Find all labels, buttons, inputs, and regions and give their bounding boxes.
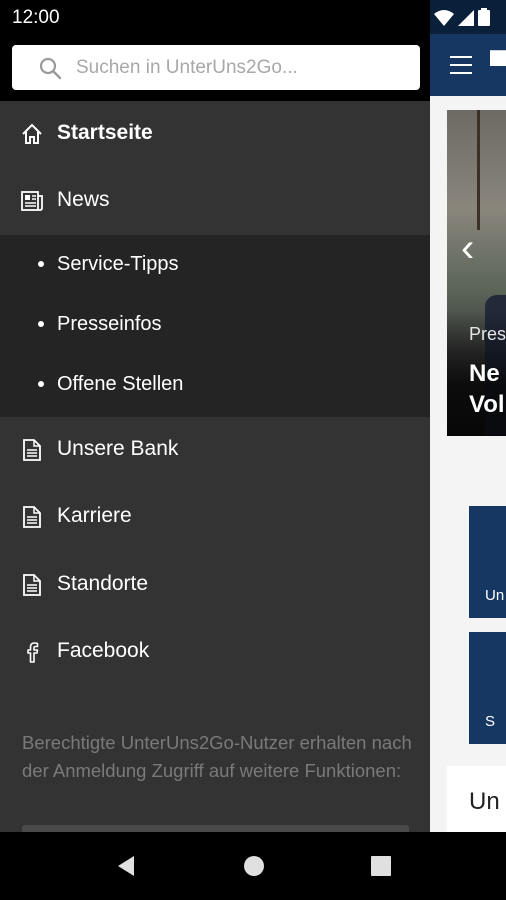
app-section-card: Un (447, 766, 506, 832)
sub-item-label: Presseinfos (57, 313, 162, 335)
facebook-icon (27, 642, 39, 663)
status-bar: 12:00 (0, 0, 506, 34)
bullet-icon (38, 381, 44, 387)
nav-item-label: Standorte (57, 572, 149, 595)
battery-icon (478, 8, 490, 26)
app-tile-2[interactable]: S (469, 632, 506, 744)
signal-icon (458, 10, 474, 26)
search-box[interactable] (12, 45, 420, 90)
nav-item-standorte[interactable]: Standorte (0, 552, 430, 618)
app-tile-1[interactable]: Un (469, 506, 506, 618)
login-button[interactable] (22, 825, 409, 832)
document-icon (23, 574, 41, 596)
chevron-left-icon[interactable]: ‹ (461, 228, 474, 268)
nav-item-label: Startseite (57, 121, 153, 144)
nav-item-label: News (57, 188, 110, 211)
bullet-icon (38, 261, 44, 267)
hamburger-menu-icon[interactable] (450, 56, 472, 74)
document-icon (23, 506, 41, 528)
navigation-drawer: Startseite News Service-Tipps Presseinfo… (0, 34, 430, 832)
wifi-icon (434, 10, 454, 26)
search-input[interactable] (76, 45, 406, 90)
hero-category: Pres (469, 324, 506, 344)
document-icon (23, 439, 41, 461)
nav-item-startseite[interactable]: Startseite (0, 101, 430, 167)
nav-item-unsere-bank[interactable]: Unsere Bank (0, 417, 430, 483)
sub-item-label: Offene Stellen (57, 373, 184, 395)
sub-item-offene-stellen[interactable]: Offene Stellen (0, 355, 430, 415)
system-navigation-bar (0, 832, 506, 900)
nav-item-facebook[interactable]: Facebook (0, 619, 430, 685)
sub-item-service-tipps[interactable]: Service-Tipps (0, 235, 430, 295)
sub-item-label: Service-Tipps (57, 253, 179, 275)
search-icon (39, 57, 62, 80)
hero-carousel[interactable]: ‹ Pres Ne Vol (447, 110, 506, 436)
nav-item-karriere[interactable]: Karriere (0, 484, 430, 550)
app-logo: ▀ (490, 50, 506, 80)
sub-item-presseinfos[interactable]: Presseinfos (0, 295, 430, 355)
recent-apps-icon[interactable] (369, 854, 393, 878)
home-icon (22, 123, 42, 144)
nav-item-label: Unsere Bank (57, 437, 179, 460)
home-button-icon[interactable] (242, 854, 266, 878)
nav-item-label: Karriere (57, 504, 132, 527)
hero-headline: Ne Vol (469, 360, 505, 418)
bullet-icon (38, 321, 44, 327)
login-info-text: Berechtigte UnterUns2Go-Nutzer erhalten … (22, 732, 412, 781)
search-header (0, 34, 430, 101)
back-icon[interactable] (114, 854, 138, 878)
nav-item-news[interactable]: News (0, 168, 430, 234)
status-time: 12:00 (12, 7, 60, 28)
newspaper-icon (21, 191, 43, 211)
nav-item-label: Facebook (57, 639, 150, 662)
news-submenu: Service-Tipps Presseinfos Offene Stellen (0, 235, 430, 417)
